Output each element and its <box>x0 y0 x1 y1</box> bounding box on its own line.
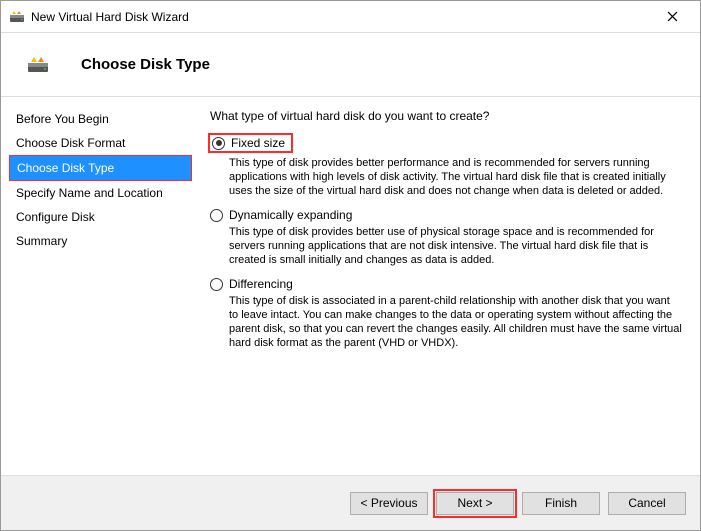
wizard-header-icon <box>23 50 53 80</box>
radio-differencing[interactable]: Differencing <box>210 277 682 291</box>
sidebar-item-configure-disk[interactable]: Configure Disk <box>9 205 192 229</box>
cancel-button[interactable]: Cancel <box>608 492 686 515</box>
wizard-footer: < Previous Next > Finish Cancel <box>1 475 700 530</box>
option-differencing: Differencing This type of disk is associ… <box>210 277 682 350</box>
button-label: Next > <box>457 496 492 510</box>
option-label: Differencing <box>229 277 293 291</box>
option-label: Fixed size <box>231 136 285 150</box>
radio-icon <box>212 137 225 150</box>
sidebar-item-label: Specify Name and Location <box>16 186 163 200</box>
option-dynamically-expanding: Dynamically expanding This type of disk … <box>210 208 682 267</box>
sidebar-item-specify-name-location[interactable]: Specify Name and Location <box>9 181 192 205</box>
button-label: Finish <box>545 496 577 510</box>
sidebar-item-choose-disk-format[interactable]: Choose Disk Format <box>9 131 192 155</box>
sidebar-item-summary[interactable]: Summary <box>9 229 192 253</box>
finish-button[interactable]: Finish <box>522 492 600 515</box>
sidebar-item-before-you-begin[interactable]: Before You Begin <box>9 107 192 131</box>
window-title: New Virtual Hard Disk Wizard <box>31 10 189 24</box>
sidebar-item-label: Summary <box>16 234 67 248</box>
next-button[interactable]: Next > <box>436 492 514 515</box>
option-description: This type of disk provides better perfor… <box>229 156 682 198</box>
wizard-content: What type of virtual hard disk do you wa… <box>196 97 700 475</box>
prompt-text: What type of virtual hard disk do you wa… <box>210 109 682 123</box>
sidebar-item-choose-disk-type[interactable]: Choose Disk Type <box>9 155 192 181</box>
titlebar: New Virtual Hard Disk Wizard <box>1 1 700 33</box>
wizard-steps-sidebar: Before You Begin Choose Disk Format Choo… <box>1 97 196 475</box>
previous-button[interactable]: < Previous <box>350 492 428 515</box>
close-icon <box>667 11 678 22</box>
option-description: This type of disk is associated in a par… <box>229 294 682 350</box>
option-label: Dynamically expanding <box>229 208 352 222</box>
radio-dynamically-expanding[interactable]: Dynamically expanding <box>210 208 682 222</box>
wizard-body: Before You Begin Choose Disk Format Choo… <box>1 97 700 475</box>
radio-icon <box>210 209 223 222</box>
option-description: This type of disk provides better use of… <box>229 225 682 267</box>
sidebar-item-label: Choose Disk Format <box>16 136 125 150</box>
radio-fixed-size[interactable]: Fixed size <box>208 133 293 153</box>
button-label: < Previous <box>360 496 417 510</box>
sidebar-item-label: Configure Disk <box>16 210 95 224</box>
option-fixed-size: Fixed size This type of disk provides be… <box>210 133 682 198</box>
sidebar-item-label: Choose Disk Type <box>17 161 114 175</box>
sidebar-item-label: Before You Begin <box>16 112 109 126</box>
page-title: Choose Disk Type <box>81 56 210 73</box>
wizard-header: Choose Disk Type <box>1 33 700 97</box>
radio-icon <box>210 278 223 291</box>
wizard-icon <box>9 9 25 25</box>
close-button[interactable] <box>652 1 692 33</box>
button-label: Cancel <box>628 496 665 510</box>
